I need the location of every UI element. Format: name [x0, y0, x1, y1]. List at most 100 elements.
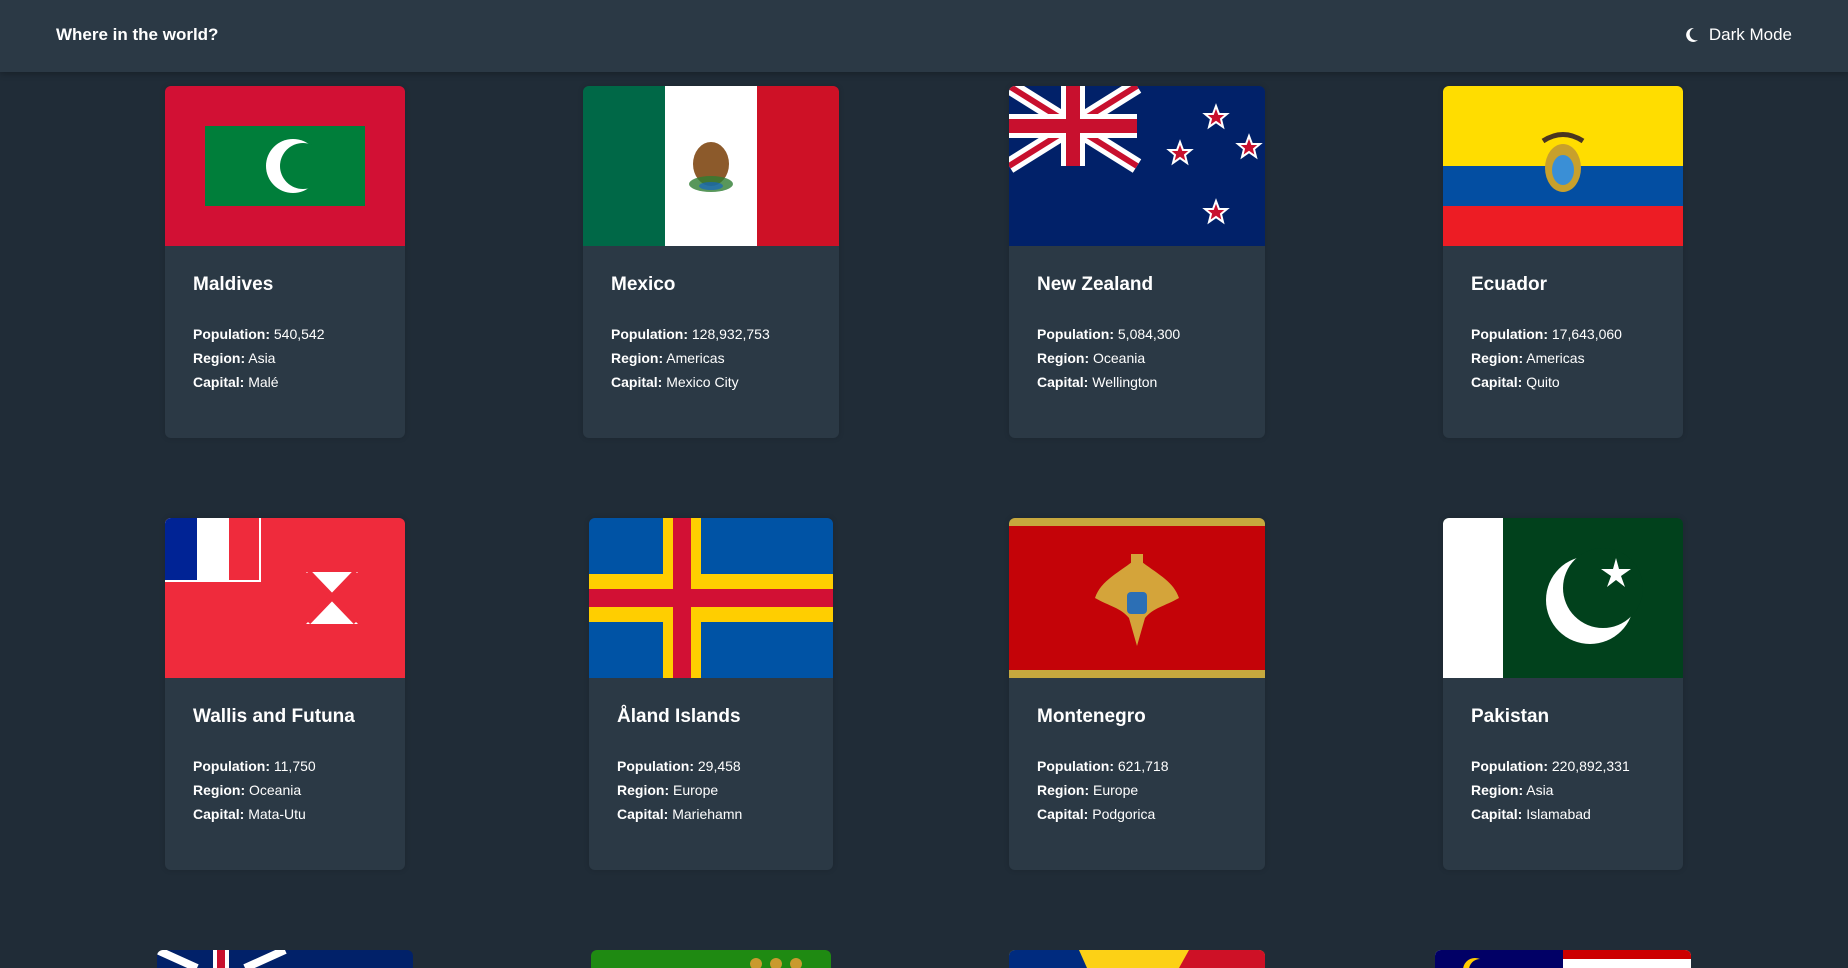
country-name: Wallis and Futuna: [193, 706, 355, 727]
population-value: 220,892,331: [1551, 758, 1630, 774]
population-line: Population: 29,458: [617, 754, 805, 778]
capital-line: Capital: Mariehamn: [617, 802, 805, 826]
population-label: Population:: [1037, 758, 1114, 774]
region-value: Oceania: [249, 782, 302, 798]
pakistan-flag: [1443, 518, 1683, 678]
app-title: Where in the world?: [56, 25, 219, 44]
capital-value: Wellington: [1092, 374, 1158, 390]
capital-line: Capital: Quito: [1471, 370, 1655, 394]
population-line: Population: 621,718: [1037, 754, 1237, 778]
partial-card-flag[interactable]: [157, 950, 413, 968]
dark-mode-toggle[interactable]: Dark Mode: [1685, 25, 1792, 45]
region-line: Region: Asia: [193, 346, 377, 370]
country-card-aland-islands[interactable]: Åland Islands Population: 29,458 Region:…: [589, 518, 833, 870]
country-card-mexico[interactable]: Mexico Population: 128,932,753 Region: A…: [583, 86, 839, 438]
population-value: 621,718: [1117, 758, 1169, 774]
capital-label: Capital:: [193, 374, 245, 390]
partial-card-flag[interactable]: [591, 950, 831, 968]
mexico-flag: [583, 86, 839, 246]
region-line: Region: Asia: [1471, 778, 1655, 802]
capital-label: Capital:: [193, 806, 245, 822]
partial-card-flag[interactable]: [1435, 950, 1691, 968]
capital-value: Mariehamn: [672, 806, 743, 822]
population-value: 540,542: [273, 326, 325, 342]
population-line: Population: 540,542: [193, 322, 377, 346]
capital-label: Capital:: [1037, 374, 1089, 390]
region-value: Oceania: [1093, 350, 1146, 366]
region-value: Americas: [666, 350, 725, 366]
population-value: 17,643,060: [1551, 326, 1622, 342]
capital-label: Capital:: [611, 374, 663, 390]
country-card-new-zealand[interactable]: New Zealand Population: 5,084,300 Region…: [1009, 86, 1265, 438]
dark-mode-label: Dark Mode: [1708, 25, 1792, 44]
region-label: Region:: [617, 782, 670, 798]
country-name: Montenegro: [1037, 706, 1146, 727]
population-line: Population: 17,643,060: [1471, 322, 1655, 346]
capital-value: Islamabad: [1526, 806, 1591, 822]
population-label: Population:: [193, 326, 270, 342]
country-name: New Zealand: [1037, 274, 1154, 295]
population-label: Population:: [1037, 326, 1114, 342]
region-line: Region: Europe: [1037, 778, 1237, 802]
country-card-pakistan[interactable]: Pakistan Population: 220,892,331 Region:…: [1443, 518, 1683, 870]
capital-line: Capital: Podgorica: [1037, 802, 1237, 826]
capital-line: Capital: Malé: [193, 370, 377, 394]
region-line: Region: Oceania: [193, 778, 377, 802]
region-value: Asia: [248, 350, 276, 366]
region-line: Region: Americas: [611, 346, 811, 370]
population-label: Population:: [611, 326, 688, 342]
partial-card-flag[interactable]: [1009, 950, 1265, 968]
population-value: 5,084,300: [1117, 326, 1181, 342]
region-label: Region:: [1037, 782, 1090, 798]
country-card-montenegro[interactable]: Montenegro Population: 621,718 Region: E…: [1009, 518, 1265, 870]
ecuador-flag: [1443, 86, 1683, 246]
capital-value: Malé: [248, 374, 279, 390]
region-line: Region: Europe: [617, 778, 805, 802]
country-name: Maldives: [193, 274, 274, 295]
capital-line: Capital: Wellington: [1037, 370, 1237, 394]
capital-line: Capital: Mexico City: [611, 370, 811, 394]
population-value: 29,458: [697, 758, 741, 774]
country-card-wallis-and-futuna[interactable]: Wallis and Futuna Population: 11,750 Reg…: [165, 518, 405, 870]
region-value: Europe: [1093, 782, 1139, 798]
capital-value: Mexico City: [666, 374, 739, 390]
moon-icon: [1685, 27, 1699, 43]
region-label: Region:: [1471, 350, 1524, 366]
population-line: Population: 220,892,331: [1471, 754, 1655, 778]
population-label: Population:: [193, 758, 270, 774]
app-header: Where in the world? Dark Mode: [0, 0, 1848, 72]
population-label: Population:: [1471, 758, 1548, 774]
capital-label: Capital:: [617, 806, 669, 822]
region-value: Europe: [673, 782, 719, 798]
country-name: Mexico: [611, 274, 676, 295]
region-label: Region:: [193, 782, 246, 798]
population-label: Population:: [617, 758, 694, 774]
country-name: Ecuador: [1471, 274, 1548, 295]
country-card-maldives[interactable]: Maldives Population: 540,542 Region: Asi…: [165, 86, 405, 438]
region-label: Region:: [1471, 782, 1524, 798]
region-line: Region: Americas: [1471, 346, 1655, 370]
aland-islands-flag: [589, 518, 833, 678]
capital-label: Capital:: [1471, 374, 1523, 390]
capital-line: Capital: Mata-Utu: [193, 802, 377, 826]
population-line: Population: 128,932,753: [611, 322, 811, 346]
region-value: Asia: [1526, 782, 1554, 798]
population-line: Population: 11,750: [193, 754, 377, 778]
region-value: Americas: [1526, 350, 1585, 366]
montenegro-flag: [1009, 518, 1265, 678]
country-card-ecuador[interactable]: Ecuador Population: 17,643,060 Region: A…: [1443, 86, 1683, 438]
region-label: Region:: [193, 350, 246, 366]
new-zealand-flag: [1009, 86, 1265, 246]
region-label: Region:: [611, 350, 664, 366]
capital-line: Capital: Islamabad: [1471, 802, 1655, 826]
capital-label: Capital:: [1037, 806, 1089, 822]
maldives-flag: [165, 86, 405, 246]
region-line: Region: Oceania: [1037, 346, 1237, 370]
capital-value: Mata-Utu: [248, 806, 306, 822]
wallis-and-futuna-flag: [165, 518, 405, 678]
population-line: Population: 5,084,300: [1037, 322, 1237, 346]
capital-label: Capital:: [1471, 806, 1523, 822]
capital-value: Quito: [1526, 374, 1560, 390]
population-value: 11,750: [273, 758, 316, 774]
capital-value: Podgorica: [1092, 806, 1156, 822]
